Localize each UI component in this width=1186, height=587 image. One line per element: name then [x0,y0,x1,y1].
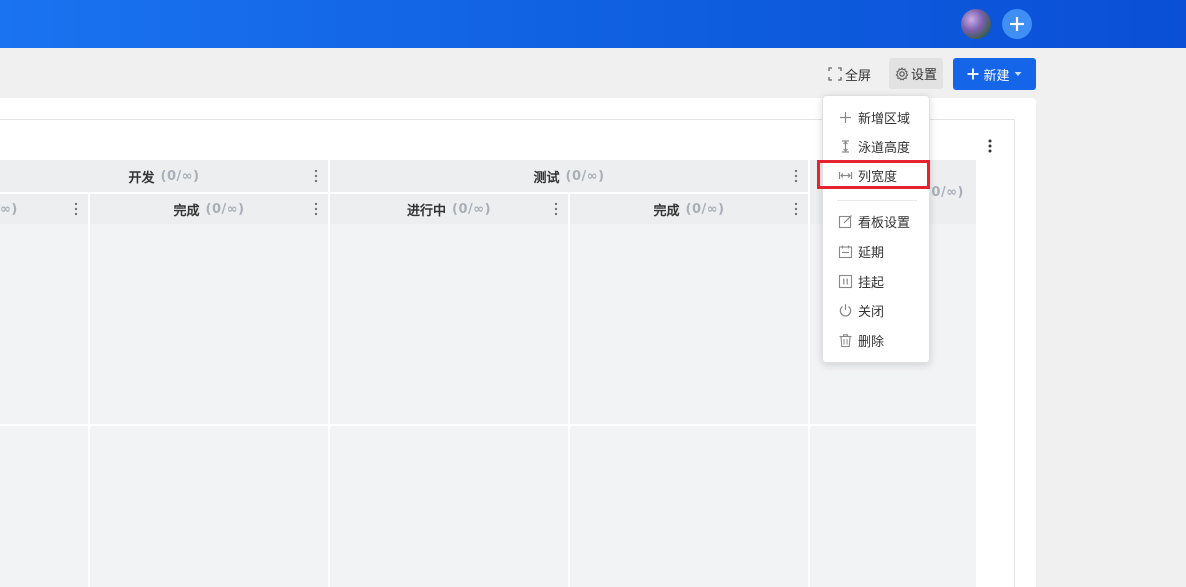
menu-item-delete[interactable]: 删除 [838,329,884,351]
fullscreen-button[interactable]: 全屏 [828,60,871,88]
more-vertical-icon[interactable] [74,202,78,216]
menu-item-label: 关闭 [858,304,885,320]
highlight-annotation [817,160,930,189]
plus-circle-icon [1010,17,1024,31]
menu-item-label: 泳道高度 [858,140,911,156]
column-body[interactable] [0,224,88,587]
edit-icon [838,214,852,228]
board-more-icon[interactable] [982,137,998,155]
column-title: 完成 [653,203,680,219]
more-vertical-icon[interactable] [794,169,798,183]
trash-icon [839,333,852,347]
menu-item-postpone[interactable]: 延期 [838,240,884,262]
menu-item-board-settings[interactable]: 看板设置 [838,210,910,232]
menu-item-lane-height[interactable]: 泳道高度 [838,135,910,157]
menu-item-label: 删除 [858,334,885,350]
menu-item-suspend[interactable]: 挂起 [838,270,884,292]
column-header-done-dev: 完成 (0/∞) [90,194,328,224]
column-count: (0/∞) [452,201,492,217]
row-height-icon [842,139,849,153]
add-circle-button[interactable] [1002,9,1032,39]
more-vertical-icon[interactable] [314,169,318,183]
plus-icon [840,111,851,123]
calendar-icon [838,245,853,258]
plus-icon [967,68,979,80]
user-avatar[interactable] [961,9,991,39]
menu-item-add-area[interactable]: 新增区域 [838,106,910,128]
group-header-dev: 开发 (0/∞) [0,160,328,192]
new-button[interactable]: 新建 [953,58,1036,90]
fullscreen-label: 全屏 [845,68,872,84]
column-title: 完成 [173,203,200,219]
top-navigation-bar [0,0,1186,48]
menu-item-label: 挂起 [858,275,885,291]
column-title: 进行中 [406,203,446,219]
group-count-partial: 0/∞) [931,184,964,200]
column-header-in-progress: 进行中 (0/∞) [330,194,568,224]
column-header-partial: ∞) [0,194,88,224]
group-title: 开发 [128,170,155,186]
gear-icon [895,66,909,81]
settings-dropdown-menu: 新增区域 泳道高度 列宽度 看板设置 延期 挂起 关闭 删除 [822,95,930,363]
more-vertical-icon[interactable] [314,202,318,216]
column-count: (0/∞) [205,201,245,217]
group-count: (0/∞) [160,168,200,184]
menu-item-close[interactable]: 关闭 [838,299,884,321]
column-body[interactable] [90,224,328,587]
menu-item-label: 新增区域 [858,111,911,127]
pause-icon [838,274,853,288]
group-count: (0/∞) [565,168,605,184]
more-vertical-icon[interactable] [794,202,798,216]
power-icon [839,303,852,317]
column-body[interactable] [330,224,568,587]
more-vertical-icon[interactable] [554,202,558,216]
column-header-done-test: 完成 (0/∞) [570,194,808,224]
settings-label: 设置 [910,68,937,83]
settings-button[interactable]: 设置 [889,58,943,89]
menu-item-label: 延期 [858,245,885,261]
new-label: 新建 [983,68,1010,84]
menu-divider [837,200,917,201]
group-title: 测试 [533,170,560,186]
column-body[interactable] [570,224,808,587]
fullscreen-icon [828,67,842,81]
menu-item-label: 看板设置 [858,215,911,231]
column-count-partial: ∞) [0,201,18,217]
swimlane-divider [0,424,976,426]
caret-down-icon [1014,72,1021,76]
group-header-test: 测试 (0/∞) [330,160,808,192]
column-count: (0/∞) [685,201,725,217]
